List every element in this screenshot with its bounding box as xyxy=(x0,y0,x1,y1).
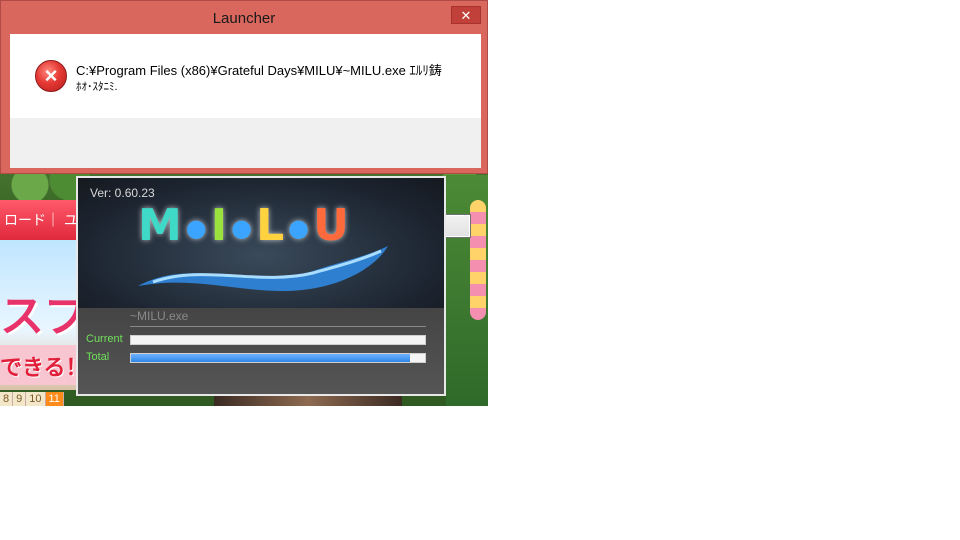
logo-letter: L xyxy=(256,200,289,251)
error-icon: × xyxy=(35,60,67,92)
current-label: Current xyxy=(86,333,123,345)
site-subheadline: できる！ xyxy=(0,355,88,380)
pager-item[interactable]: 8 xyxy=(0,392,14,406)
pager-item[interactable]: 9 xyxy=(13,392,27,406)
total-progress-bar xyxy=(130,353,426,363)
logo-letter: I xyxy=(210,200,232,251)
dialog-title: Launcher xyxy=(212,10,276,27)
pager-item[interactable]: 10 xyxy=(26,392,46,406)
logo-letter: M xyxy=(138,200,186,251)
site-pager: 8 9 10 11 xyxy=(0,392,64,406)
file-name-label: ~MILU.exe xyxy=(130,309,189,323)
site-headline: スプ xyxy=(0,292,88,341)
site-bottom-art xyxy=(214,396,402,406)
current-progress-bar xyxy=(130,335,426,345)
logo-letter: U xyxy=(313,200,353,251)
launcher-window: Ver: 0.60.23 M●I●L●U ~MILU.exe Current T… xyxy=(76,176,446,396)
error-dialog: Launcher ✕ × C:¥Program Files (x86)¥Grat… xyxy=(0,0,488,238)
close-button[interactable]: ✕ xyxy=(451,6,481,24)
dialog-body: × C:¥Program Files (x86)¥Grateful Days¥M… xyxy=(10,34,481,238)
dialog-footer: OK xyxy=(10,118,481,238)
site-banner[interactable]: ロード｜ ユ xyxy=(0,200,78,240)
milu-logo: M●I●L●U xyxy=(138,200,353,251)
error-message: C:¥Program Files (x86)¥Grateful Days¥MIL… xyxy=(76,63,442,78)
wave-logo-graphic xyxy=(138,246,388,291)
divider xyxy=(130,326,426,327)
total-progress-fill xyxy=(131,354,411,362)
error-message-continued: ﾎｵ･ｽﾀﾆﾐ. xyxy=(76,81,118,93)
version-label: Ver: 0.60.23 xyxy=(90,186,155,200)
site-right-decoration xyxy=(470,200,486,320)
launcher-banner: Ver: 0.60.23 M●I●L●U xyxy=(78,178,444,308)
pager-item-active[interactable]: 11 xyxy=(45,392,64,406)
total-label: Total xyxy=(86,351,110,363)
